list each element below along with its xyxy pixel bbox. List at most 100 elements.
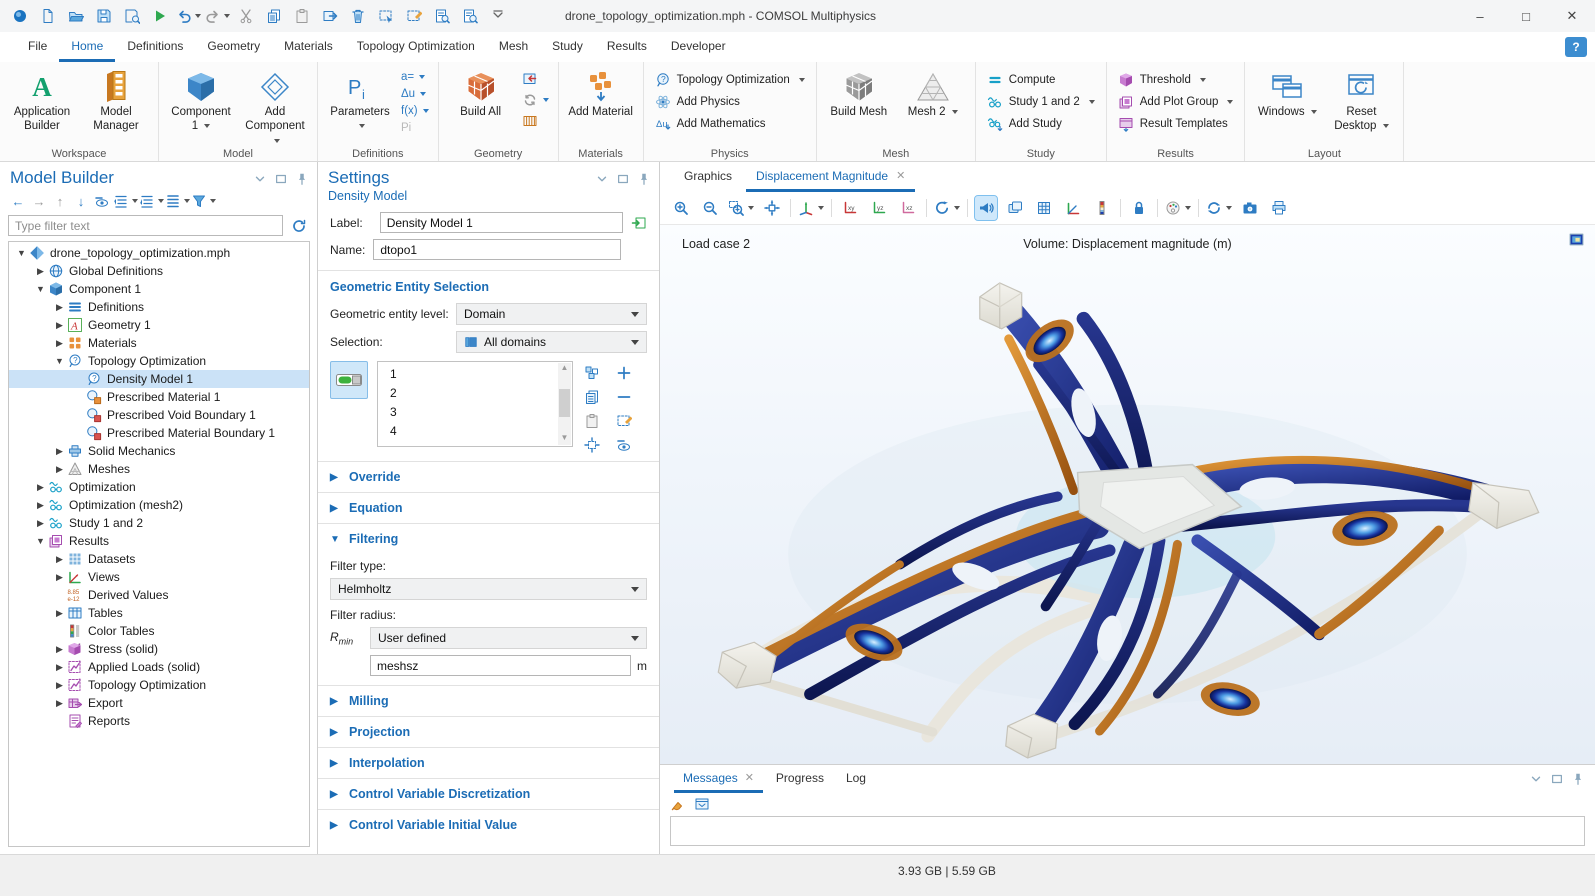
- tree-node-optimization-mesh2-[interactable]: ▶Optimization (mesh2): [9, 496, 309, 514]
- label-field[interactable]: Density Model 1: [380, 212, 623, 233]
- study-study-1-and-2-button[interactable]: Study 1 and 2: [987, 94, 1095, 110]
- selection-item[interactable]: 2: [390, 383, 556, 402]
- save-icon[interactable]: [92, 4, 116, 28]
- tree-node-export[interactable]: ▶Export: [9, 694, 309, 712]
- section-interpolation[interactable]: ▶Interpolation: [318, 747, 659, 778]
- minimize-button[interactable]: –: [1457, 0, 1503, 32]
- tree-node-topology-optimization[interactable]: ▶*Topology Optimization: [9, 676, 309, 694]
- expander-open-icon[interactable]: ▼: [34, 536, 47, 546]
- grid-view-icon[interactable]: [1033, 196, 1055, 220]
- show-more-icon[interactable]: [92, 191, 112, 211]
- physics-add-physics-button[interactable]: Add Physics: [655, 94, 805, 110]
- help-button[interactable]: ?: [1565, 37, 1587, 57]
- move-node-icon[interactable]: [318, 4, 342, 28]
- tree-node-tables[interactable]: ▶Tables: [9, 604, 309, 622]
- zoom-to-selection-icon[interactable]: [582, 435, 602, 455]
- pin-panel-icon[interactable]: [637, 172, 651, 186]
- definitions-mini-fx[interactable]: f(x): [401, 105, 429, 117]
- expander-closed-icon[interactable]: ▶: [53, 662, 66, 673]
- select-frame-icon[interactable]: [374, 4, 398, 28]
- geometry-geo-fence-button[interactable]: [522, 113, 549, 129]
- tree-node-component-1[interactable]: ▼Component 1: [9, 280, 309, 298]
- back-icon[interactable]: ←: [8, 191, 28, 211]
- expander-closed-icon[interactable]: ▶: [53, 680, 66, 691]
- tree-node-reports[interactable]: Reports: [9, 712, 309, 730]
- tree-node-stress-solid-[interactable]: ▶*Stress (solid): [9, 640, 309, 658]
- float-panel-icon[interactable]: [274, 172, 288, 186]
- menu-tab-study[interactable]: Study: [540, 32, 595, 62]
- selection-list[interactable]: 1234 ▲ ▼: [377, 361, 573, 447]
- workspace-model-manager-button[interactable]: Model Manager: [81, 67, 151, 136]
- expander-closed-icon[interactable]: ▶: [34, 266, 47, 277]
- displacement-plot-3d[interactable]: [660, 245, 1595, 764]
- tree-filter-input[interactable]: Type filter text: [8, 215, 283, 236]
- environment-icon[interactable]: [1004, 196, 1026, 220]
- save-search-icon[interactable]: [120, 4, 144, 28]
- definitions-mini-a[interactable]: a=: [401, 71, 429, 83]
- graphics-tab-displacement-magnitude[interactable]: Displacement Magnitude✕: [746, 162, 915, 192]
- filter-type-dropdown[interactable]: Helmholtz: [330, 578, 647, 600]
- menu-tab-home[interactable]: Home: [59, 32, 115, 62]
- update-plot-icon[interactable]: [1206, 196, 1232, 220]
- menu-tab-geometry[interactable]: Geometry: [195, 32, 272, 62]
- filter-icon[interactable]: [191, 191, 216, 211]
- selection-scrollbar[interactable]: ▲ ▼: [558, 363, 571, 445]
- mesh-mesh-2-button[interactable]: Mesh 2: [898, 67, 968, 121]
- expander-closed-icon[interactable]: ▶: [53, 302, 66, 313]
- forward-icon[interactable]: →: [29, 191, 49, 211]
- selection-item[interactable]: 3: [390, 402, 556, 421]
- hide-selected-icon[interactable]: [614, 435, 634, 455]
- expander-closed-icon[interactable]: ▶: [53, 338, 66, 349]
- section-override[interactable]: ▶Override: [318, 461, 659, 492]
- definitions-parameters-button[interactable]: Pi Parameters: [325, 67, 395, 136]
- close-button[interactable]: ✕: [1549, 0, 1595, 32]
- model-add-component-button[interactable]: Add Component: [240, 67, 310, 150]
- message-window-icon[interactable]: [694, 796, 710, 812]
- expander-closed-icon[interactable]: ▶: [53, 572, 66, 583]
- color-legend-icon[interactable]: [1091, 196, 1113, 220]
- close-tab-icon[interactable]: ✕: [896, 169, 905, 182]
- node-sections-icon[interactable]: [165, 191, 190, 211]
- clear-messages-icon[interactable]: [670, 796, 686, 812]
- float-panel-icon[interactable]: [1550, 772, 1564, 793]
- camera-icon[interactable]: [1239, 196, 1261, 220]
- paste-selection-icon[interactable]: [582, 411, 602, 431]
- refresh-icon[interactable]: [289, 216, 309, 236]
- tree-node-prescribed-material-1[interactable]: Prescribed Material 1: [9, 388, 309, 406]
- expand-all-icon[interactable]: [139, 191, 164, 211]
- redo-icon[interactable]: [205, 4, 230, 28]
- name-field[interactable]: dtopo1: [373, 239, 621, 260]
- expander-open-icon[interactable]: ▼: [15, 248, 28, 258]
- mesh-build-mesh-button[interactable]: Build Mesh: [824, 67, 894, 121]
- view-xz-icon[interactable]: xz: [897, 196, 919, 220]
- tree-node-applied-loads-solid-[interactable]: ▶*Applied Loads (solid): [9, 658, 309, 676]
- tree-node-solid-mechanics[interactable]: ▶Solid Mechanics: [9, 442, 309, 460]
- expander-closed-icon[interactable]: ▶: [53, 320, 66, 331]
- tree-node-materials[interactable]: ▶Materials: [9, 334, 309, 352]
- tree-node-density-model-1[interactable]: ?Density Model 1: [9, 370, 309, 388]
- study-compute-button[interactable]: Compute: [987, 72, 1095, 88]
- rotate-icon[interactable]: [934, 196, 960, 220]
- materials-add-material-button[interactable]: Add Material: [566, 67, 636, 121]
- results-add-plot-group-button[interactable]: Add Plot Group: [1118, 94, 1234, 110]
- physics-add-mathematics-button[interactable]: Δu Add Mathematics: [655, 116, 805, 132]
- tree-node-meshes[interactable]: ▶Meshes: [9, 460, 309, 478]
- tree-node-results[interactable]: ▼Results: [9, 532, 309, 550]
- undo-icon[interactable]: [176, 4, 201, 28]
- image-settings-icon[interactable]: [1165, 196, 1191, 220]
- close-tab-icon[interactable]: ✕: [745, 771, 754, 784]
- geometry-geo-rebuild-button[interactable]: [522, 92, 549, 108]
- float-panel-icon[interactable]: [616, 172, 630, 186]
- entity-level-dropdown[interactable]: Domain: [456, 303, 647, 325]
- selection-item[interactable]: 1: [390, 364, 556, 383]
- menu-tab-developer[interactable]: Developer: [659, 32, 738, 62]
- physics-topology-optimization-button[interactable]: ? Topology Optimization: [655, 72, 805, 88]
- open-icon[interactable]: [64, 4, 88, 28]
- tree-node-views[interactable]: ▶Views: [9, 568, 309, 586]
- copy-selection-icon[interactable]: [582, 363, 602, 383]
- tree-node-optimization[interactable]: ▶Optimization: [9, 478, 309, 496]
- axes-view-icon[interactable]: [1062, 196, 1084, 220]
- tree-node-global-definitions[interactable]: ▶Global Definitions: [9, 262, 309, 280]
- bottom-tab-progress[interactable]: Progress: [767, 765, 833, 793]
- results-threshold-button[interactable]: Threshold: [1118, 72, 1234, 88]
